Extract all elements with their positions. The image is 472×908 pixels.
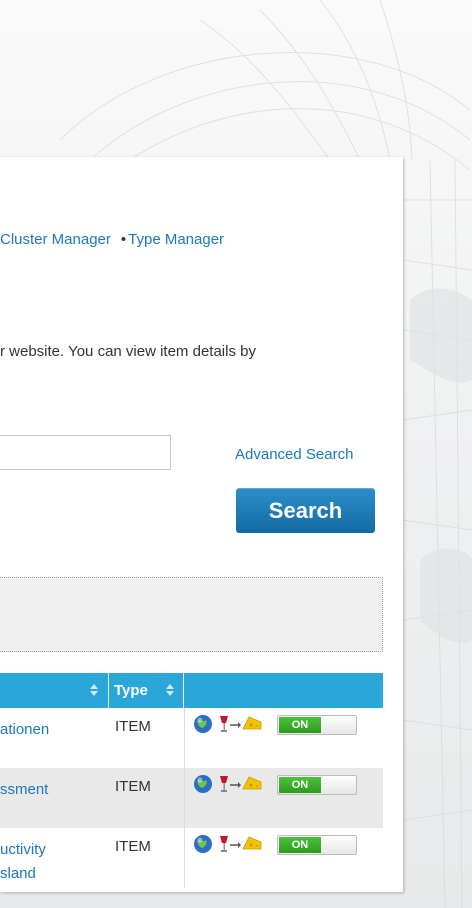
- row-actions: ON: [184, 828, 383, 888]
- item-status-icons: [194, 835, 262, 853]
- sort-type-icon[interactable]: [165, 682, 181, 700]
- cluster-manager-link[interactable]: Cluster Manager: [0, 231, 111, 248]
- search-button[interactable]: Search: [236, 488, 375, 533]
- item-status-icons: [194, 775, 262, 793]
- globe-icon: [194, 715, 212, 733]
- header-divider: [108, 673, 109, 708]
- item-title-link[interactable]: uctivity sland: [0, 838, 46, 886]
- cheese-icon: [242, 836, 262, 850]
- arrow-icon: [230, 722, 241, 728]
- globe-icon: [194, 775, 212, 793]
- row-actions: ON: [184, 708, 383, 768]
- globe-icon: [194, 835, 212, 853]
- intro-text: r website. You can view item details by: [0, 343, 256, 360]
- toggle-on-label: ON: [279, 717, 321, 733]
- item-title-link[interactable]: ssment: [0, 778, 48, 802]
- wine-glass-icon: [220, 836, 228, 852]
- table-header: Type: [0, 673, 383, 708]
- items-table: Type ationen ITEM ON ssment ITEM ON ucti…: [0, 673, 383, 888]
- filter-area: [0, 577, 383, 652]
- row-actions: ON: [184, 768, 383, 828]
- status-toggle[interactable]: ON: [277, 835, 357, 855]
- table-row: ationen ITEM ON: [0, 708, 383, 768]
- toggle-on-label: ON: [279, 777, 321, 793]
- status-toggle[interactable]: ON: [277, 775, 357, 795]
- item-status-icons: [194, 715, 262, 733]
- content-panel: Cluster Manager • Type Manager r website. …: [0, 157, 403, 892]
- arrow-icon: [230, 842, 241, 848]
- header-divider: [183, 673, 184, 708]
- nav-separator: •: [120, 231, 127, 248]
- wine-glass-icon: [220, 776, 228, 792]
- arrow-icon: [230, 782, 241, 788]
- type-manager-link[interactable]: Type Manager: [128, 231, 224, 248]
- item-type: ITEM: [115, 718, 151, 735]
- item-type: ITEM: [115, 838, 151, 855]
- cheese-icon: [242, 776, 262, 790]
- table-row: ssment ITEM ON: [0, 768, 383, 828]
- item-type: ITEM: [115, 778, 151, 795]
- table-row: uctivity sland ITEM ON: [0, 828, 383, 888]
- type-column-header[interactable]: Type: [114, 682, 148, 699]
- wine-glass-icon: [220, 716, 228, 732]
- advanced-search-link[interactable]: Advanced Search: [235, 446, 353, 463]
- item-title-link[interactable]: ationen: [0, 718, 49, 742]
- toggle-on-label: ON: [279, 837, 321, 853]
- status-toggle[interactable]: ON: [277, 715, 357, 735]
- cheese-icon: [242, 716, 262, 730]
- manager-nav: Cluster Manager • Type Manager: [0, 231, 224, 248]
- sort-title-icon[interactable]: [89, 682, 105, 700]
- search-input[interactable]: [0, 435, 171, 470]
